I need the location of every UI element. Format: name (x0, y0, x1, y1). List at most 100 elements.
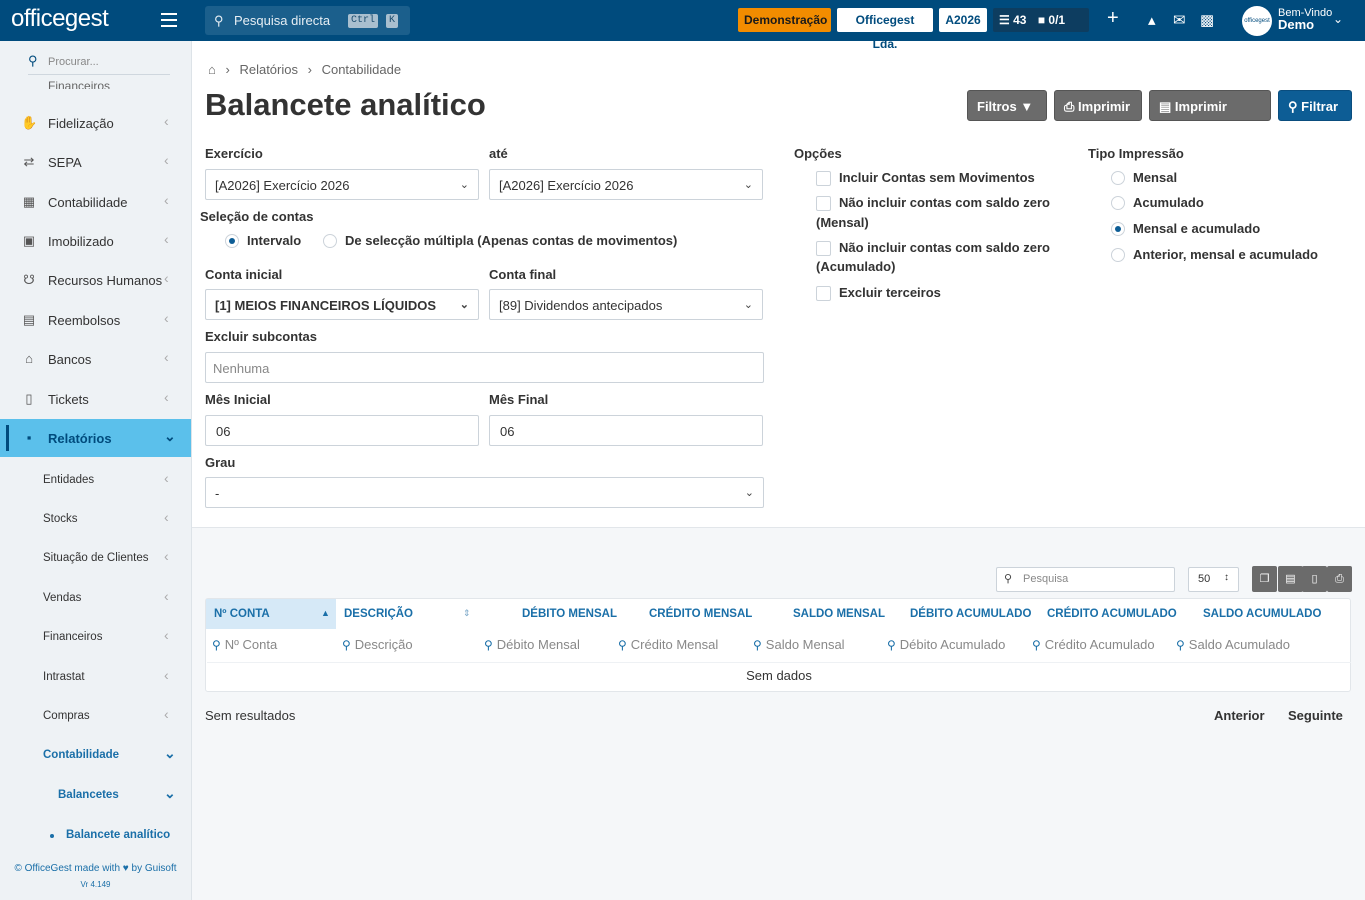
radio-anterior-mensal-acumulado-label[interactable]: Anterior, mensal e acumulado (1133, 245, 1318, 265)
sidebar-item-recursos-humanos[interactable]: ☋ Recursos Humanos ‹ (0, 261, 191, 299)
excluir-subcontas-input[interactable]: Nenhuma (205, 352, 764, 383)
breadcrumb-contabilidade[interactable]: Contabilidade (322, 62, 402, 77)
user-welcome[interactable]: Bem-Vindo Demo (1278, 7, 1332, 31)
sidebar-item-fidelizacao[interactable]: ✋ Fidelização ‹ (0, 104, 191, 142)
add-icon[interactable]: + (1107, 7, 1119, 30)
sort-icon[interactable]: ⇕ (463, 608, 471, 619)
page-size-select[interactable]: 50 ↕ (1188, 567, 1239, 592)
sidebar-sub-balancete-analitico[interactable]: Balancete analítico (0, 817, 191, 853)
home-icon[interactable]: ⌂ (208, 62, 216, 77)
filter-debito-mensal[interactable]: ⚲ Débito Mensal (484, 637, 580, 652)
footer-text-b[interactable]: by Guisoft (132, 863, 177, 874)
column-header-debito-acumulado[interactable]: DÉBITO ACUMULADO (910, 608, 1031, 620)
sidebar-item-tickets[interactable]: ▯ Tickets ‹ (0, 380, 191, 418)
option-saldo-zero-acumulado-suffix[interactable]: (Acumulado) (816, 257, 895, 277)
sidebar-sub-stocks[interactable]: Stocks ‹ (0, 501, 191, 537)
sidebar-item-reembolsos[interactable]: ▤ Reembolsos ‹ (0, 301, 191, 339)
sidebar-sub-balancetes[interactable]: Balancetes ⌄ (0, 777, 191, 813)
filter-n-conta[interactable]: ⚲ Nº Conta (212, 637, 277, 652)
arrows-swap-icon: ⇄ (23, 154, 35, 169)
mes-inicial-input[interactable]: 06 (205, 415, 479, 446)
mail-icon[interactable]: ✉ (1173, 11, 1186, 29)
sidebar-sub-situacao-clientes[interactable]: Situação de Clientes ‹ (0, 540, 191, 576)
sidebar-search-input[interactable]: ⚲ Procurar... (28, 53, 170, 75)
column-header-saldo-mensal[interactable]: SALDO MENSAL (793, 608, 885, 620)
option-saldo-zero-acumulado[interactable]: Não incluir contas com saldo zero (839, 238, 1050, 258)
column-header-saldo-acumulado[interactable]: SALDO ACUMULADO (1203, 608, 1321, 620)
menu-toggle-icon[interactable] (161, 13, 177, 27)
column-header-credito-mensal[interactable]: CRÉDITO MENSAL (649, 608, 752, 620)
copy-button[interactable]: ❐ (1252, 566, 1277, 592)
truck-icon[interactable]: ▩ (1200, 11, 1214, 29)
sidebar-item-sepa[interactable]: ⇄ SEPA ‹ (0, 143, 191, 181)
print-excel-button[interactable]: ▤ Imprimir Excel (1149, 90, 1271, 145)
sidebar-sub-vendas[interactable]: Vendas ‹ (0, 580, 191, 616)
bell-icon[interactable]: ▴ (1148, 11, 1156, 29)
column-header-credito-acumulado[interactable]: CRÉDITO ACUMULADO (1047, 608, 1177, 620)
filter-saldo-mensal[interactable]: ⚲ Saldo Mensal (753, 637, 845, 652)
radio-mensal-acumulado-label[interactable]: Mensal e acumulado (1133, 219, 1260, 239)
column-header-descricao[interactable]: DESCRIÇÃO (344, 608, 413, 620)
breadcrumb-relatorios[interactable]: Relatórios (239, 62, 298, 77)
radio-intervalo[interactable] (225, 234, 239, 248)
conta-final-select[interactable]: [89] Dividendos antecipados ⌄ (489, 289, 763, 320)
filters-button[interactable]: Filtros ▼ (967, 90, 1047, 121)
ate-select[interactable]: [A2026] Exercício 2026 ⌄ (489, 169, 763, 200)
option-excluir-terceiros[interactable]: Excluir terceiros (839, 283, 941, 303)
pager-previous[interactable]: Anterior (1214, 708, 1265, 723)
grau-select[interactable]: - ⌄ (205, 477, 764, 508)
sidebar-item-relatorios[interactable]: ▪ Relatórios ⌄ (0, 419, 191, 457)
radio-multipla-label[interactable]: De selecção múltipla (Apenas contas de m… (345, 231, 677, 251)
filter-descricao[interactable]: ⚲ Descrição (342, 637, 413, 652)
radio-mensal-label[interactable]: Mensal (1133, 168, 1177, 188)
checkbox-saldo-zero-acumulado[interactable] (816, 241, 831, 256)
grid-search-input[interactable]: ⚲ Pesquisa (996, 567, 1175, 592)
print-grid-button[interactable]: ⎙ (1327, 566, 1352, 592)
checkbox-excluir-terceiros[interactable] (816, 286, 831, 301)
export-pdf-button[interactable]: ▯ (1302, 566, 1327, 592)
checkbox-incluir-sem-movimentos[interactable] (816, 171, 831, 186)
radio-mensal[interactable] (1111, 171, 1125, 185)
year-badge[interactable]: A2026 (939, 8, 987, 32)
filter-credito-acumulado[interactable]: ⚲ Crédito Acumulado (1032, 637, 1155, 652)
radio-multipla[interactable] (323, 234, 337, 248)
option-saldo-zero-mensal-suffix[interactable]: (Mensal) (816, 213, 869, 233)
filter-saldo-acumulado[interactable]: ⚲ Saldo Acumulado (1176, 637, 1290, 652)
radio-acumulado[interactable] (1111, 196, 1125, 210)
pager-next[interactable]: Seguinte (1288, 708, 1343, 723)
sidebar-sub-entidades[interactable]: Entidades ‹ (0, 462, 191, 498)
mes-final-input[interactable]: 06 (489, 415, 763, 446)
column-header-debito-mensal[interactable]: DÉBITO MENSAL (522, 608, 617, 620)
app-logo[interactable]: officegest (11, 5, 109, 33)
sort-asc-icon[interactable]: ▲ (321, 608, 330, 618)
sidebar-sub-intrastat[interactable]: Intrastat ‹ (0, 659, 191, 695)
checkbox-saldo-zero-mensal[interactable] (816, 196, 831, 211)
option-saldo-zero-mensal[interactable]: Não incluir contas com saldo zero (839, 193, 1050, 213)
conta-inicial-select[interactable]: [1] MEIOS FINANCEIROS LÍQUIDOS ⌄ (205, 289, 479, 320)
filter-credito-mensal[interactable]: ⚲ Crédito Mensal (618, 637, 718, 652)
sidebar-sub-financeiros[interactable]: Financeiros ‹ (0, 619, 191, 655)
filter-debito-acumulado[interactable]: ⚲ Débito Acumulado (887, 637, 1005, 652)
avatar[interactable]: officegest (1242, 6, 1272, 36)
column-header-n-conta[interactable]: Nº CONTA (214, 608, 270, 620)
export-excel-button[interactable]: ▤ (1278, 566, 1303, 592)
sidebar-sub-contabilidade[interactable]: Contabilidade ⌄ (0, 737, 191, 773)
radio-mensal-acumulado[interactable] (1111, 222, 1125, 236)
radio-acumulado-label[interactable]: Acumulado (1133, 193, 1204, 213)
print-button[interactable]: ⎙ Imprimir (1054, 90, 1142, 121)
tasks-docs-badge[interactable]: ☰ 43 ■ 0/1 (993, 8, 1089, 32)
company-badge[interactable]: Officegest Lda. (837, 8, 933, 51)
chevron-down-icon[interactable]: ⌄ (1333, 12, 1343, 26)
sidebar-item-cut[interactable]: Financeiros (48, 79, 158, 89)
sidebar-item-contabilidade[interactable]: ▦ Contabilidade ‹ (0, 183, 191, 221)
global-search-input[interactable]: ⚲ Pesquisa directa Ctrl K (205, 6, 410, 35)
exercicio-select[interactable]: [A2026] Exercício 2026 ⌄ (205, 169, 479, 200)
sidebar-item-bancos[interactable]: ⌂ Bancos ‹ (0, 340, 191, 378)
demo-badge[interactable]: Demonstração (738, 8, 831, 32)
filter-button[interactable]: ⚲ Filtrar (1278, 90, 1352, 121)
radio-anterior-mensal-acumulado[interactable] (1111, 248, 1125, 262)
option-incluir-sem-movimentos[interactable]: Incluir Contas sem Movimentos (839, 168, 1035, 188)
radio-intervalo-label[interactable]: Intervalo (247, 231, 301, 251)
sidebar-sub-compras[interactable]: Compras ‹ (0, 698, 191, 734)
sidebar-item-imobilizado[interactable]: ▣ Imobilizado ‹ (0, 222, 191, 260)
